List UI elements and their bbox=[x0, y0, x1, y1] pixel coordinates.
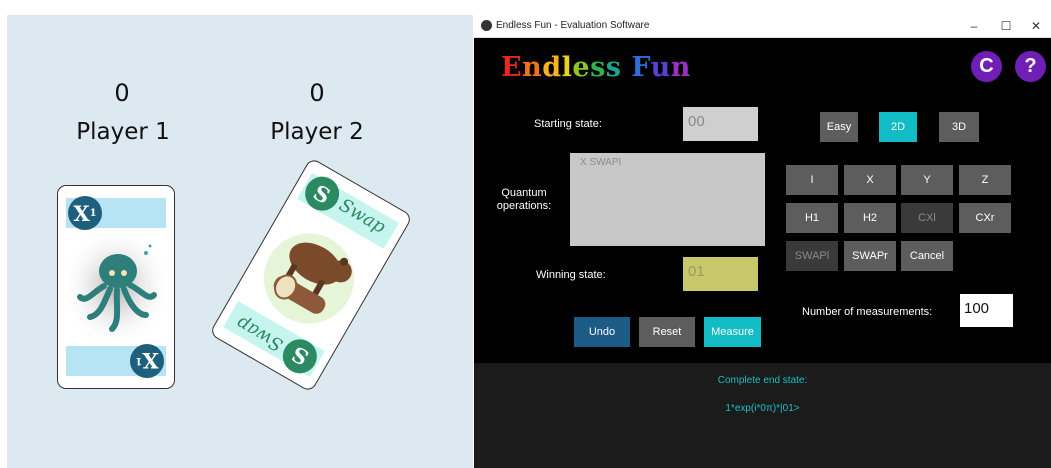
window-title: Endless Fun - Evaluation Software bbox=[496, 20, 650, 31]
card-x-badge: X1 bbox=[68, 196, 102, 230]
starting-state-label: Starting state: bbox=[534, 118, 602, 130]
starting-state-field[interactable]: 00 bbox=[683, 107, 758, 141]
gate-i-button[interactable]: I bbox=[786, 165, 838, 195]
measurements-field[interactable]: 100 bbox=[960, 294, 1013, 327]
gate-h2-button[interactable]: H2 bbox=[844, 203, 896, 233]
player1-name: Player 1 bbox=[76, 119, 170, 145]
player2-name: Player 2 bbox=[270, 119, 364, 145]
gate-x-button[interactable]: X bbox=[844, 165, 896, 195]
gate-swapl-button[interactable]: SWAPl bbox=[786, 241, 838, 271]
credits-button[interactable]: C bbox=[971, 51, 1002, 82]
app-title-letter: e bbox=[572, 52, 591, 83]
player2-card[interactable]: S Swap S Swap bbox=[208, 157, 414, 393]
end-state-value: 1*exp(i*0π)*|01> bbox=[725, 403, 800, 414]
player1-card[interactable]: X1 X1 bbox=[57, 185, 175, 389]
app-title: Endless Fun bbox=[501, 52, 691, 83]
game-panel: 0 Player 1 0 Player 2 X 1 X 1 S Swap S S… bbox=[7, 15, 473, 468]
player2-score: 0 bbox=[309, 79, 325, 107]
gate-cxl-button[interactable]: CXl bbox=[901, 203, 953, 233]
card-x-badge-inverted: X1 bbox=[130, 344, 164, 378]
reset-button[interactable]: Reset bbox=[639, 317, 695, 347]
minimize-button[interactable]: – bbox=[961, 17, 987, 35]
winning-state-field[interactable]: 01 bbox=[683, 257, 758, 291]
2d-button[interactable]: 2D bbox=[879, 112, 917, 142]
gate-cxr-button[interactable]: CXr bbox=[959, 203, 1011, 233]
easy-button[interactable]: Easy bbox=[820, 112, 858, 142]
app-title-letter: E bbox=[501, 52, 523, 83]
help-button[interactable]: ? bbox=[1015, 51, 1046, 82]
app-title-letter: F bbox=[631, 52, 651, 83]
end-state-label: Complete end state: bbox=[717, 375, 808, 386]
gate-z-button[interactable]: Z bbox=[959, 165, 1011, 195]
undo-button[interactable]: Undo bbox=[574, 317, 630, 347]
app-title-letter: d bbox=[542, 52, 562, 83]
octopus-illustration bbox=[66, 231, 166, 343]
window-titlebar[interactable]: Endless Fun - Evaluation Software – ☐ ✕ bbox=[474, 15, 1051, 38]
app-title-letter: s bbox=[605, 52, 622, 83]
app-title-letter: l bbox=[561, 52, 573, 83]
close-button[interactable]: ✕ bbox=[1023, 17, 1049, 35]
gate-h1-button[interactable]: H1 bbox=[786, 203, 838, 233]
3d-button[interactable]: 3D bbox=[939, 112, 979, 142]
app-title-letter: n bbox=[670, 52, 691, 83]
app-icon bbox=[481, 20, 492, 31]
measurements-label: Number of measurements: bbox=[802, 306, 933, 318]
end-state-panel: Complete end state: 1*exp(i*0π)*|01> bbox=[474, 363, 1051, 468]
winning-state-label: Winning state: bbox=[536, 269, 606, 281]
app-title-letter bbox=[621, 52, 631, 83]
app-title-letter: n bbox=[522, 52, 543, 83]
measure-button[interactable]: Measure bbox=[704, 317, 761, 347]
software-window: Endless Fun - Evaluation Software – ☐ ✕ … bbox=[474, 15, 1051, 468]
player1-score: 0 bbox=[114, 79, 130, 107]
gate-swapr-button[interactable]: SWAPr bbox=[844, 241, 896, 271]
quantum-operations-label: Quantum operations: bbox=[496, 187, 552, 212]
quantum-operations-field[interactable]: X SWAPI bbox=[570, 153, 765, 246]
app-title-letter: u bbox=[650, 52, 671, 83]
maximize-button[interactable]: ☐ bbox=[993, 17, 1019, 35]
app-title-letter: s bbox=[590, 52, 606, 83]
cancel-button[interactable]: Cancel bbox=[901, 241, 953, 271]
gate-y-button[interactable]: Y bbox=[901, 165, 953, 195]
